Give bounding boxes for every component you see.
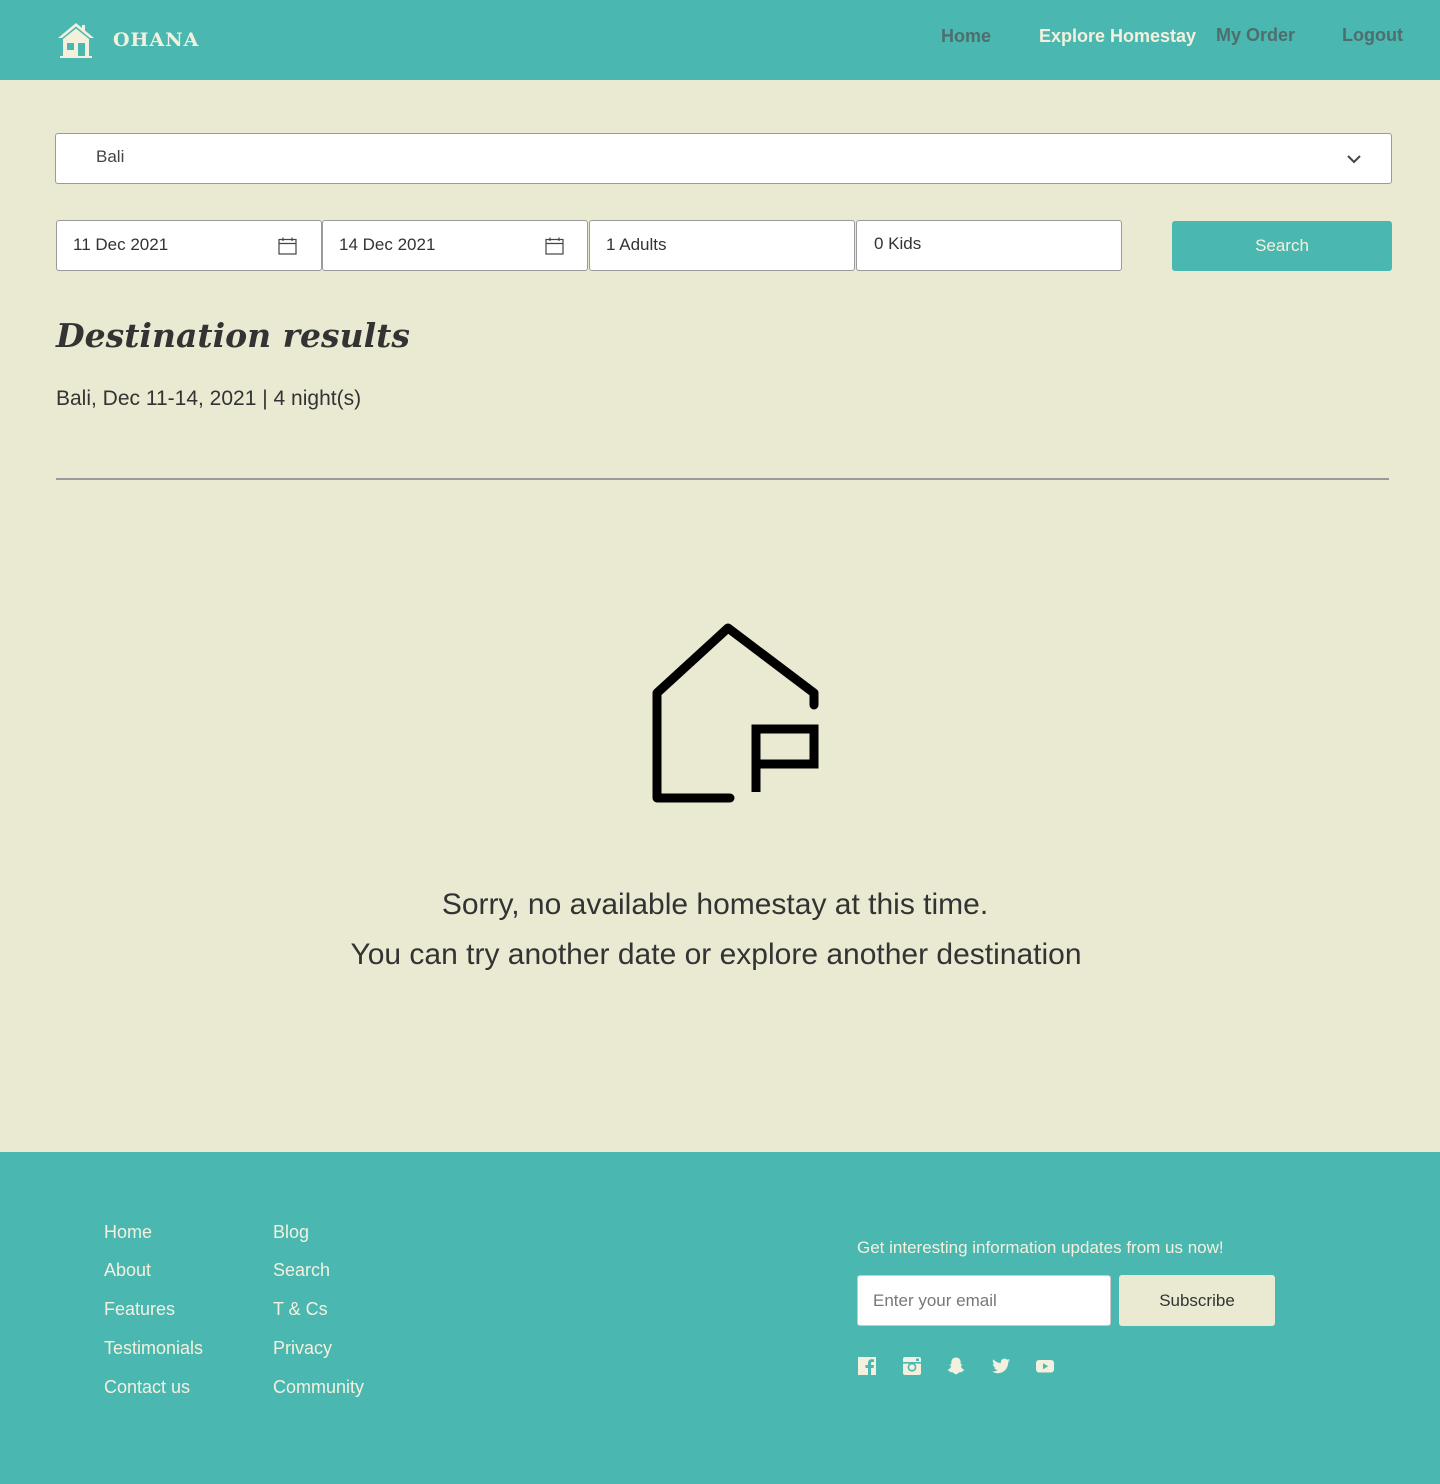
footer: Home About Features Testimonials Contact… <box>0 1152 1440 1484</box>
footer-link-terms[interactable]: T & Cs <box>273 1299 328 1320</box>
facebook-icon[interactable] <box>857 1356 877 1376</box>
calendar-icon <box>278 237 297 255</box>
destination-select[interactable]: Bali <box>55 133 1392 184</box>
nav-home[interactable]: Home <box>941 26 991 47</box>
snapchat-icon[interactable] <box>946 1356 966 1376</box>
chevron-down-icon <box>1347 155 1361 164</box>
check-out-date-field[interactable]: 14 Dec 2021 <box>322 220 588 271</box>
destination-value: Bali <box>96 147 125 166</box>
brand-logo[interactable]: OHANA <box>56 20 198 60</box>
empty-message-line2: You can try another date or explore anot… <box>350 938 1082 971</box>
search-button[interactable]: Search <box>1172 221 1392 271</box>
check-in-date-field[interactable]: 11 Dec 2021 <box>56 220 322 271</box>
check-out-value: 14 Dec 2021 <box>339 235 436 254</box>
footer-link-privacy[interactable]: Privacy <box>273 1338 332 1359</box>
results-title: Destination results <box>56 316 410 355</box>
adults-field[interactable]: 1 Adults <box>589 220 855 271</box>
house-logo-icon <box>58 23 94 58</box>
footer-link-about[interactable]: About <box>104 1260 151 1281</box>
brand-name: OHANA <box>113 29 200 51</box>
divider <box>56 478 1389 480</box>
nav-logout[interactable]: Logout <box>1342 25 1403 46</box>
adults-value: 1 Adults <box>606 235 667 254</box>
empty-house-icon <box>652 623 819 803</box>
kids-value: 0 Kids <box>874 234 922 253</box>
nav-explore-homestay[interactable]: Explore Homestay <box>1039 26 1196 47</box>
instagram-icon[interactable] <box>902 1356 922 1376</box>
check-in-value: 11 Dec 2021 <box>73 235 169 254</box>
footer-link-blog[interactable]: Blog <box>273 1222 309 1243</box>
footer-link-contact[interactable]: Contact us <box>104 1377 190 1398</box>
results-summary: Bali, Dec 11-14, 2021 | 4 night(s) <box>56 387 362 410</box>
footer-link-testimonials[interactable]: Testimonials <box>104 1338 203 1359</box>
footer-link-community[interactable]: Community <box>273 1377 364 1398</box>
empty-message-line1: Sorry, no available homestay at this tim… <box>441 888 989 921</box>
subscribe-button[interactable]: Subscribe <box>1119 1275 1275 1326</box>
kids-field[interactable]: 0 Kids <box>856 220 1122 271</box>
calendar-icon <box>545 237 564 255</box>
newsletter-text: Get interesting information updates from… <box>857 1238 1224 1257</box>
nav-my-order[interactable]: My Order <box>1216 25 1295 46</box>
footer-link-search[interactable]: Search <box>273 1260 330 1281</box>
youtube-icon[interactable] <box>1035 1356 1055 1376</box>
footer-link-home[interactable]: Home <box>104 1222 152 1243</box>
twitter-icon[interactable] <box>991 1356 1011 1376</box>
email-input[interactable] <box>857 1275 1111 1326</box>
footer-link-features[interactable]: Features <box>104 1299 175 1320</box>
top-navbar: OHANA Home Explore Homestay My Order Log… <box>0 0 1440 80</box>
